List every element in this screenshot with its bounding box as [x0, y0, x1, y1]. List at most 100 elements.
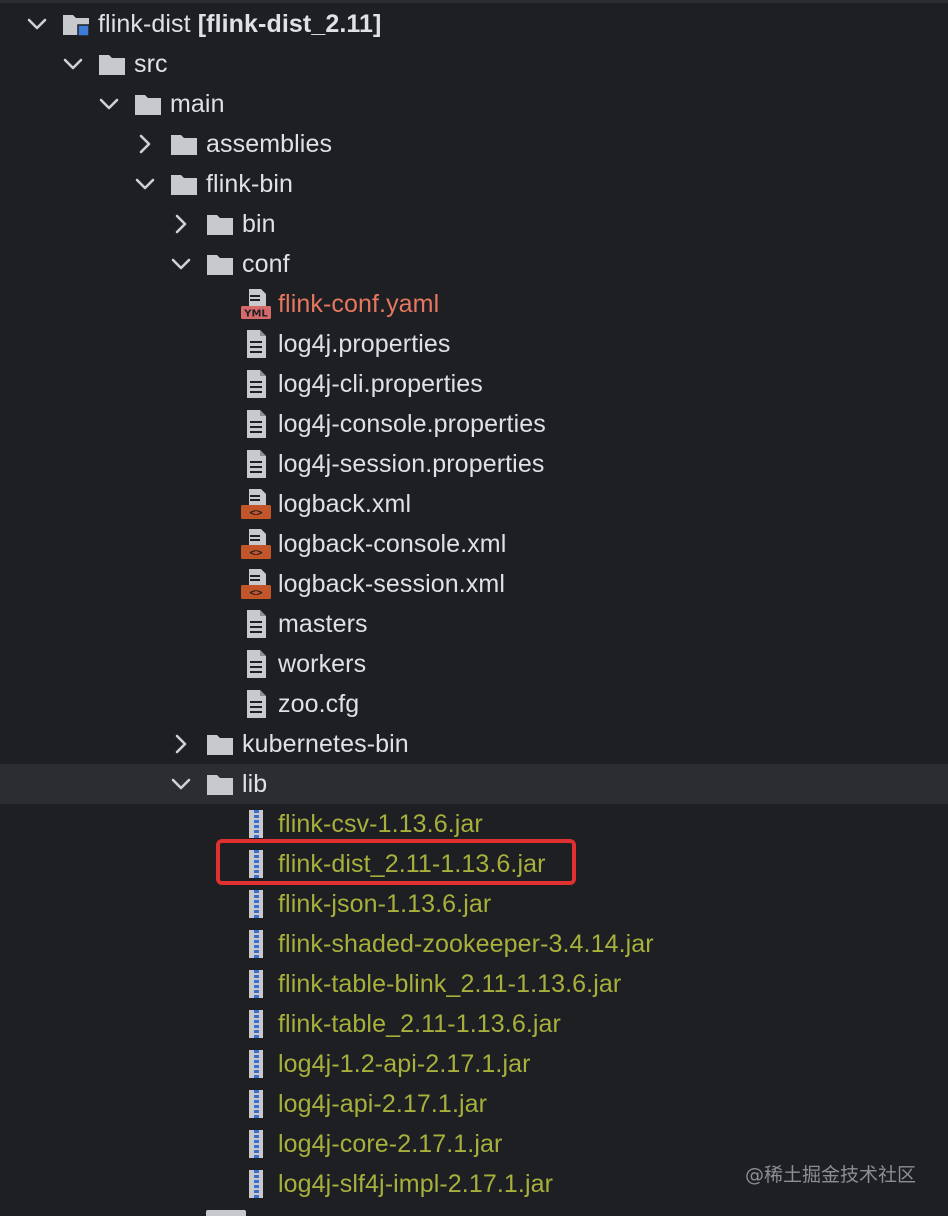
xml-badge-text: <>	[249, 586, 263, 599]
tree-row-log4j-cli-properties[interactable]: log4j-cli.properties	[0, 364, 948, 404]
tree-item-name: log4j-session.properties	[278, 450, 545, 478]
tree-item-name: bin	[242, 210, 276, 238]
chevron-down-icon[interactable]	[24, 10, 50, 38]
tree-row-label: workers	[278, 644, 366, 684]
tree-item-name: log4j-api-2.17.1.jar	[278, 1090, 488, 1118]
chevron-right-icon[interactable]	[132, 130, 158, 158]
xml-file-icon: <>	[241, 528, 271, 560]
tree-row-masters[interactable]: masters	[0, 604, 948, 644]
folder-icon	[169, 168, 199, 200]
tree-item-name: src	[134, 50, 168, 78]
tree-item-name: log4j-core-2.17.1.jar	[278, 1130, 503, 1158]
tree-row-bin[interactable]: bin	[0, 204, 948, 244]
chevron-right-icon[interactable]	[168, 730, 194, 758]
tree-row-lib[interactable]: lib	[0, 764, 948, 804]
tree-row-label: log4j-console.properties	[278, 404, 546, 444]
tree-item-name: flink-bin	[206, 170, 294, 198]
tree-row-label: flink-table-blink_2.11-1.13.6.jar	[278, 964, 621, 1004]
tree-row-log4j-properties[interactable]: log4j.properties	[0, 324, 948, 364]
module-folder-icon	[61, 8, 91, 40]
tree-row-label: log4j-cli.properties	[278, 364, 483, 404]
chevron-down-icon[interactable]	[168, 770, 194, 798]
tree-row-log4j-1-2-api-jar[interactable]: log4j-1.2-api-2.17.1.jar	[0, 1044, 948, 1084]
tree-row-label: flink-json-1.13.6.jar	[278, 884, 491, 924]
jar-file-icon	[241, 968, 271, 1000]
chevron-down-icon[interactable]	[132, 170, 158, 198]
tree-row-flink-bin[interactable]: flink-bin	[0, 164, 948, 204]
tree-row-assemblies[interactable]: assemblies	[0, 124, 948, 164]
tree-row-label: logback-session.xml	[278, 564, 505, 604]
tree-row-flink-shaded-zookeeper-jar[interactable]: flink-shaded-zookeeper-3.4.14.jar	[0, 924, 948, 964]
tree-item-name: log4j-console.properties	[278, 410, 546, 438]
tree-row-label: logback.xml	[278, 484, 411, 524]
project-tree[interactable]: flink-dist [flink-dist_2.11]src main assem…	[0, 4, 948, 1204]
tree-row-flink-csv-jar[interactable]: flink-csv-1.13.6.jar	[0, 804, 948, 844]
tree-row-label: assemblies	[206, 124, 332, 164]
tree-row-label: flink-csv-1.13.6.jar	[278, 804, 483, 844]
tree-item-name: lib	[242, 770, 268, 798]
tree-row-logback-xml[interactable]: <> logback.xml	[0, 484, 948, 524]
folder-icon	[169, 128, 199, 160]
tree-row-label: flink-table_2.11-1.13.6.jar	[278, 1004, 561, 1044]
tree-item-name: flink-csv-1.13.6.jar	[278, 810, 483, 838]
tree-item-name: zoo.cfg	[278, 690, 360, 718]
folder-icon	[133, 88, 163, 120]
tree-row-zoo-cfg[interactable]: zoo.cfg	[0, 684, 948, 724]
tree-row-flink-table-blink-jar[interactable]: flink-table-blink_2.11-1.13.6.jar	[0, 964, 948, 1004]
tree-item-name: flink-shaded-zookeeper-3.4.14.jar	[278, 930, 654, 958]
tree-row-conf[interactable]: conf	[0, 244, 948, 284]
tree-row-label: log4j-1.2-api-2.17.1.jar	[278, 1044, 531, 1084]
folder-icon	[97, 48, 127, 80]
text-file-icon	[241, 408, 271, 440]
tree-row-flink-table-jar[interactable]: flink-table_2.11-1.13.6.jar	[0, 1004, 948, 1044]
text-file-icon	[241, 448, 271, 480]
tree-row-kubernetes-bin[interactable]: kubernetes-bin	[0, 724, 948, 764]
tree-row-flink-dist[interactable]: flink-dist [flink-dist_2.11]	[0, 4, 948, 44]
tree-row-flink-json-jar[interactable]: flink-json-1.13.6.jar	[0, 884, 948, 924]
tree-item-name: log4j-cli.properties	[278, 370, 483, 398]
text-file-icon	[241, 648, 271, 680]
tree-row-log4j-api-jar[interactable]: log4j-api-2.17.1.jar	[0, 1084, 948, 1124]
tree-row-log4j-core-jar[interactable]: log4j-core-2.17.1.jar	[0, 1124, 948, 1164]
tree-item-name: main	[170, 90, 225, 118]
tree-item-name: log4j-slf4j-impl-2.17.1.jar	[278, 1170, 554, 1198]
tree-row-label: log4j-core-2.17.1.jar	[278, 1124, 502, 1164]
folder-icon	[205, 768, 235, 800]
tree-item-name: workers	[278, 650, 367, 678]
text-file-icon	[241, 608, 271, 640]
tree-row-label: main	[170, 84, 225, 124]
tree-item-name: logback-session.xml	[278, 570, 505, 598]
chevron-down-icon[interactable]	[60, 50, 86, 78]
tree-row-workers[interactable]: workers	[0, 644, 948, 684]
tree-row-label: log4j-slf4j-impl-2.17.1.jar	[278, 1164, 553, 1204]
tree-row-src[interactable]: src	[0, 44, 948, 84]
tree-row-logback-session-xml[interactable]: <> logback-session.xml	[0, 564, 948, 604]
chevron-right-icon[interactable]	[168, 210, 194, 238]
tree-row-label: flink-dist [flink-dist_2.11]	[98, 4, 381, 44]
tree-row-label: logback-console.xml	[278, 524, 506, 564]
module-name-suffix: [flink-dist_2.11]	[197, 10, 382, 38]
jar-file-icon	[241, 888, 271, 920]
jar-file-icon	[241, 928, 271, 960]
tree-item-name: conf	[242, 250, 290, 278]
chevron-down-icon[interactable]	[168, 250, 194, 278]
xml-badge-text: <>	[249, 506, 263, 519]
tree-row-label: log4j-api-2.17.1.jar	[278, 1084, 487, 1124]
yaml-badge-text: YML	[243, 309, 268, 320]
tree-item-name: logback.xml	[278, 490, 412, 518]
tree-row-log4j-console-properties[interactable]: log4j-console.properties	[0, 404, 948, 444]
tree-row-label: log4j.properties	[278, 324, 451, 364]
tree-item-name: flink-table_2.11-1.13.6.jar	[278, 1010, 561, 1038]
chevron-down-icon[interactable]	[96, 90, 122, 118]
tree-item-name: assemblies	[206, 130, 333, 158]
xml-badge-text: <>	[249, 546, 263, 559]
tree-row-log4j-session-properties[interactable]: log4j-session.properties	[0, 444, 948, 484]
tree-row-logback-console-xml[interactable]: <> logback-console.xml	[0, 524, 948, 564]
xml-file-icon: <>	[241, 488, 271, 520]
tree-row-label: log4j-session.properties	[278, 444, 544, 484]
text-file-icon	[241, 328, 271, 360]
tree-row-main[interactable]: main	[0, 84, 948, 124]
folder-icon	[205, 728, 235, 760]
tree-row-flink-conf-yaml[interactable]: YML flink-conf.yaml	[0, 284, 948, 324]
next-row-peek	[206, 1210, 246, 1216]
